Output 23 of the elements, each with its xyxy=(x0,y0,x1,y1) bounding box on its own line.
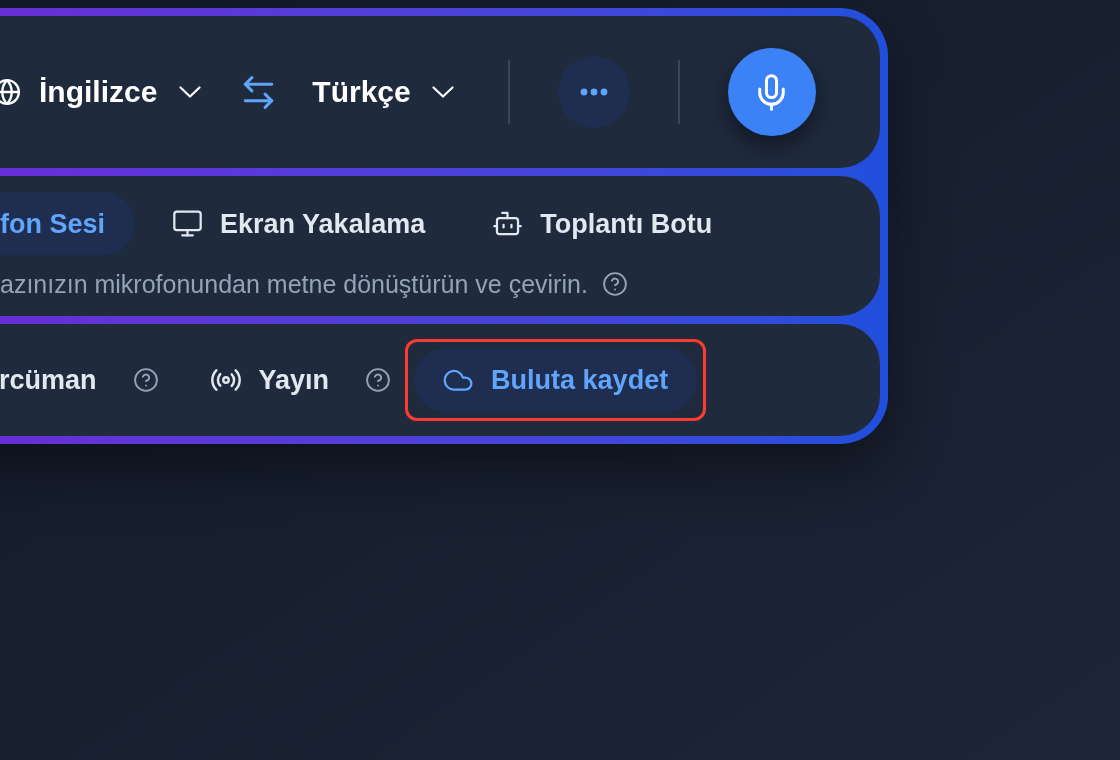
description-text: azınızın mikrofonundan metne dönüştürün ve çevirin. xyxy=(0,269,588,299)
language-selector[interactable]: İngilizce xyxy=(0,74,202,110)
monitor-icon xyxy=(173,210,203,237)
save-to-cloud-button[interactable]: Buluta kaydet xyxy=(414,348,698,412)
source-tab[interactable]: Ekran Yakalama xyxy=(143,192,456,255)
broadcast-icon xyxy=(210,369,241,391)
source-tab[interactable]: Toplantı Botu xyxy=(463,192,743,255)
swap-languages-button[interactable] xyxy=(243,75,275,109)
option-toggle[interactable]: Yayın xyxy=(181,348,359,412)
option-toggle[interactable]: rcüman xyxy=(0,348,126,412)
chevron-down-icon xyxy=(179,86,202,98)
source-tab[interactable]: fon Sesi xyxy=(0,192,136,255)
help-icon[interactable] xyxy=(602,272,627,296)
cloud-icon xyxy=(443,369,474,391)
language-selector[interactable]: Türkçe xyxy=(312,74,454,110)
chevron-down-icon xyxy=(431,86,454,98)
microphone-icon xyxy=(758,73,786,111)
swap-arrows-icon xyxy=(243,75,275,109)
more-dots-icon xyxy=(579,88,608,96)
help-icon[interactable] xyxy=(366,368,391,392)
robot-icon xyxy=(493,211,523,236)
help-icon[interactable] xyxy=(133,368,158,392)
globe-icon xyxy=(0,79,20,105)
